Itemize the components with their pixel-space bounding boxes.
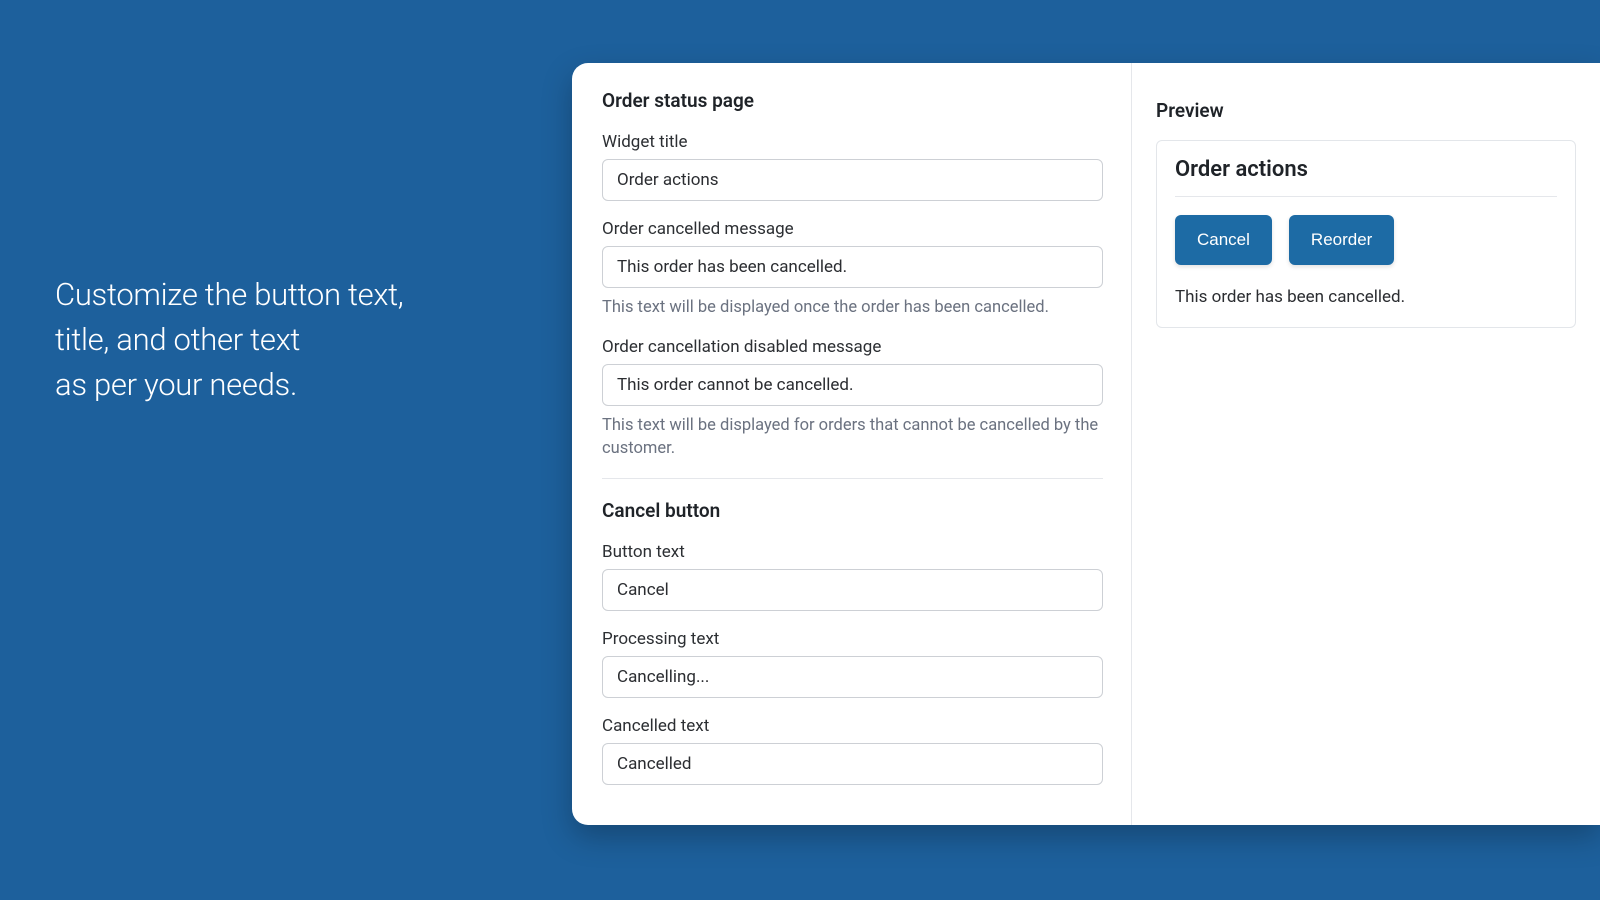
cancel-button-section-title: Cancel button bbox=[602, 499, 1103, 522]
cancelled-message-input[interactable] bbox=[602, 246, 1103, 288]
processing-text-input[interactable] bbox=[602, 656, 1103, 698]
form-column: Order status page Widget title Order can… bbox=[572, 63, 1132, 825]
hero-line-3: as per your needs. bbox=[55, 363, 403, 408]
preview-column: Preview Order actions Cancel Reorder Thi… bbox=[1132, 63, 1600, 825]
preview-card-title: Order actions bbox=[1175, 157, 1557, 197]
cancelled-text-field: Cancelled text bbox=[602, 716, 1103, 785]
hero-description: Customize the button text, title, and ot… bbox=[55, 273, 403, 408]
preview-reorder-button[interactable]: Reorder bbox=[1289, 215, 1394, 265]
preview-buttons-row: Cancel Reorder bbox=[1175, 215, 1557, 265]
processing-text-field: Processing text bbox=[602, 629, 1103, 698]
button-text-label: Button text bbox=[602, 542, 1103, 562]
cancelled-text-label: Cancelled text bbox=[602, 716, 1103, 736]
cancelled-message-label: Order cancelled message bbox=[602, 219, 1103, 239]
processing-text-label: Processing text bbox=[602, 629, 1103, 649]
widget-title-input[interactable] bbox=[602, 159, 1103, 201]
cancelled-message-help: This text will be displayed once the ord… bbox=[602, 296, 1103, 319]
button-text-input[interactable] bbox=[602, 569, 1103, 611]
hero-line-1: Customize the button text, bbox=[55, 273, 403, 318]
hero-line-2: title, and other text bbox=[55, 318, 403, 363]
cancelled-message-field: Order cancelled message This text will b… bbox=[602, 219, 1103, 319]
cancellation-disabled-label: Order cancellation disabled message bbox=[602, 337, 1103, 357]
cancellation-disabled-input[interactable] bbox=[602, 364, 1103, 406]
order-status-section-title: Order status page bbox=[602, 89, 1103, 112]
settings-panel: Order status page Widget title Order can… bbox=[572, 63, 1600, 825]
preview-cancel-button[interactable]: Cancel bbox=[1175, 215, 1272, 265]
widget-title-field: Widget title bbox=[602, 132, 1103, 201]
cancelled-text-input[interactable] bbox=[602, 743, 1103, 785]
preview-heading: Preview bbox=[1156, 99, 1576, 122]
button-text-field: Button text bbox=[602, 542, 1103, 611]
widget-title-label: Widget title bbox=[602, 132, 1103, 152]
preview-card: Order actions Cancel Reorder This order … bbox=[1156, 140, 1576, 328]
cancellation-disabled-field: Order cancellation disabled message This… bbox=[602, 337, 1103, 460]
preview-status-text: This order has been cancelled. bbox=[1175, 287, 1557, 307]
cancellation-disabled-help: This text will be displayed for orders t… bbox=[602, 414, 1103, 460]
section-divider bbox=[602, 478, 1103, 479]
